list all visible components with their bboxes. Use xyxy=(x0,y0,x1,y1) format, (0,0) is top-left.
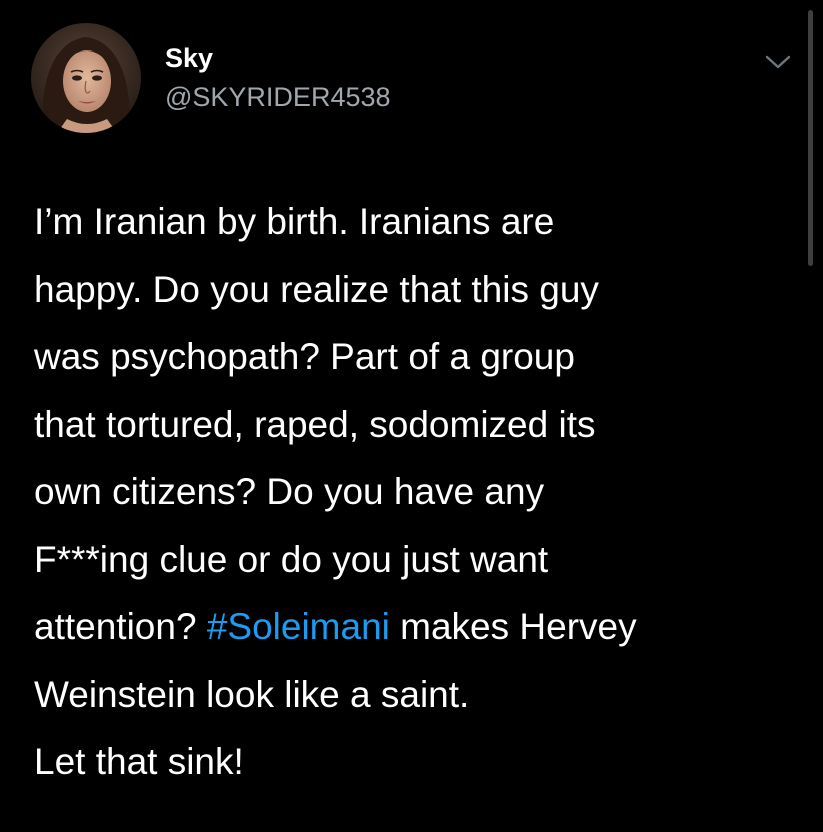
tweet-line: that tortured, raped, sodomized its xyxy=(34,403,596,445)
tweet-card: Sky @SKYRIDER4538 I’m Iranian by birth. … xyxy=(0,0,823,832)
tweet-text: I’m Iranian by birth. Iranians are happy… xyxy=(34,188,794,796)
tweet-line: I’m Iranian by birth. Iranians are xyxy=(34,201,555,242)
tweet-text-segment: makes Hervey xyxy=(389,606,637,647)
display-name[interactable]: Sky xyxy=(165,45,213,72)
tweet-line: F***ing clue or do you just want xyxy=(34,538,549,580)
tweet-line: Weinstein look like a saint. xyxy=(34,673,470,715)
hashtag-link[interactable]: #Soleimani xyxy=(207,606,390,647)
chevron-down-icon[interactable] xyxy=(764,52,792,72)
tweet-line-with-hashtag: attention? #Soleimani makes Hervey xyxy=(34,593,794,661)
tweet-line: happy. Do you realize that this guy xyxy=(34,268,599,310)
user-handle[interactable]: @SKYRIDER4538 xyxy=(165,84,391,111)
tweet-line: Let that sink! xyxy=(34,741,244,782)
avatar[interactable] xyxy=(31,23,141,133)
tweet-line: own citizens? Do you have any xyxy=(34,471,545,512)
scrollbar[interactable] xyxy=(808,10,813,266)
tweet-text-segment: attention? xyxy=(34,606,207,647)
tweet-line: was psychopath? Part of a group xyxy=(34,336,575,377)
user-avatar-image xyxy=(31,23,141,133)
